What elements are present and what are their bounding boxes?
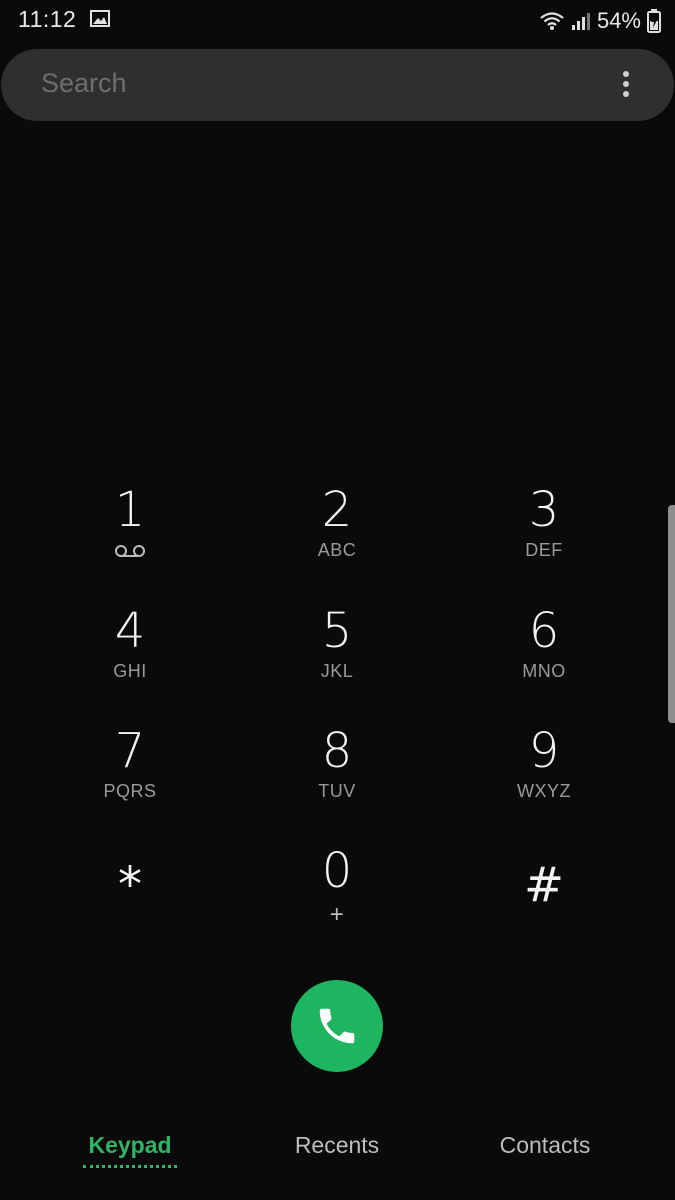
active-tab-indicator [83,1165,177,1168]
more-vertical-icon[interactable] [622,71,630,99]
key-9[interactable]: 9 WXYZ [454,723,634,833]
call-button[interactable] [291,980,383,1072]
tab-recents[interactable]: Recents [237,1132,437,1159]
key-3[interactable]: 3 DEF [454,482,634,592]
key-digit: 6 [528,603,560,659]
key-digit: * [118,857,142,913]
phone-icon [319,1008,355,1044]
search-input[interactable]: Search [41,68,127,99]
key-star[interactable]: * [40,843,220,953]
key-letters: ABC [317,540,357,560]
key-5[interactable]: 5 JKL [247,603,427,713]
voicemail-icon [115,545,145,557]
key-letters: JKL [320,661,354,681]
key-letters: TUV [318,781,356,801]
key-4[interactable]: 4 GHI [40,603,220,713]
key-digit: 4 [114,603,146,659]
key-digit: 1 [114,482,146,538]
status-right-group: 54% [539,6,661,36]
edge-panel-handle[interactable] [668,505,675,723]
status-bar: 11:12 54% [0,0,675,44]
key-digit: 9 [528,723,560,779]
battery-percent: 54% [596,8,641,33]
key-digit: 8 [321,723,353,779]
wifi-icon [540,12,564,30]
key-letters: + [329,901,345,928]
gallery-icon [90,10,110,27]
tab-label: Recents [294,1132,380,1158]
status-time: 11:12 [18,6,77,32]
key-2[interactable]: 2 ABC [247,482,427,592]
key-letters: WXYZ [517,781,571,801]
key-digit: 5 [321,603,353,659]
key-digit: 3 [528,482,560,538]
tab-label: Contacts [499,1132,591,1158]
key-hash[interactable]: # [454,843,634,953]
tab-contacts[interactable]: Contacts [445,1132,645,1159]
key-digit: 0 [321,843,353,899]
signal-icon [571,13,590,30]
bottom-tabs: Keypad Recents Contacts [0,1120,675,1190]
key-letters: GHI [113,661,147,681]
tab-label: Keypad [88,1132,172,1158]
tab-keypad[interactable]: Keypad [30,1132,230,1168]
search-bar[interactable]: Search [1,49,674,121]
key-letters: MNO [522,661,566,681]
key-letters: DEF [525,540,563,560]
dialer-screen: 11:12 54% Search 1 2 ABC 3 DEF 4 GHI 5 J… [0,0,675,1200]
key-digit: 2 [321,482,353,538]
key-0[interactable]: 0 + [247,843,427,953]
battery-charging-icon [647,9,661,33]
key-7[interactable]: 7 PQRS [40,723,220,833]
key-6[interactable]: 6 MNO [454,603,634,713]
key-digit: # [523,857,565,913]
key-digit: 7 [114,723,146,779]
key-1[interactable]: 1 [40,482,220,592]
key-8[interactable]: 8 TUV [247,723,427,833]
key-letters: PQRS [103,781,157,801]
